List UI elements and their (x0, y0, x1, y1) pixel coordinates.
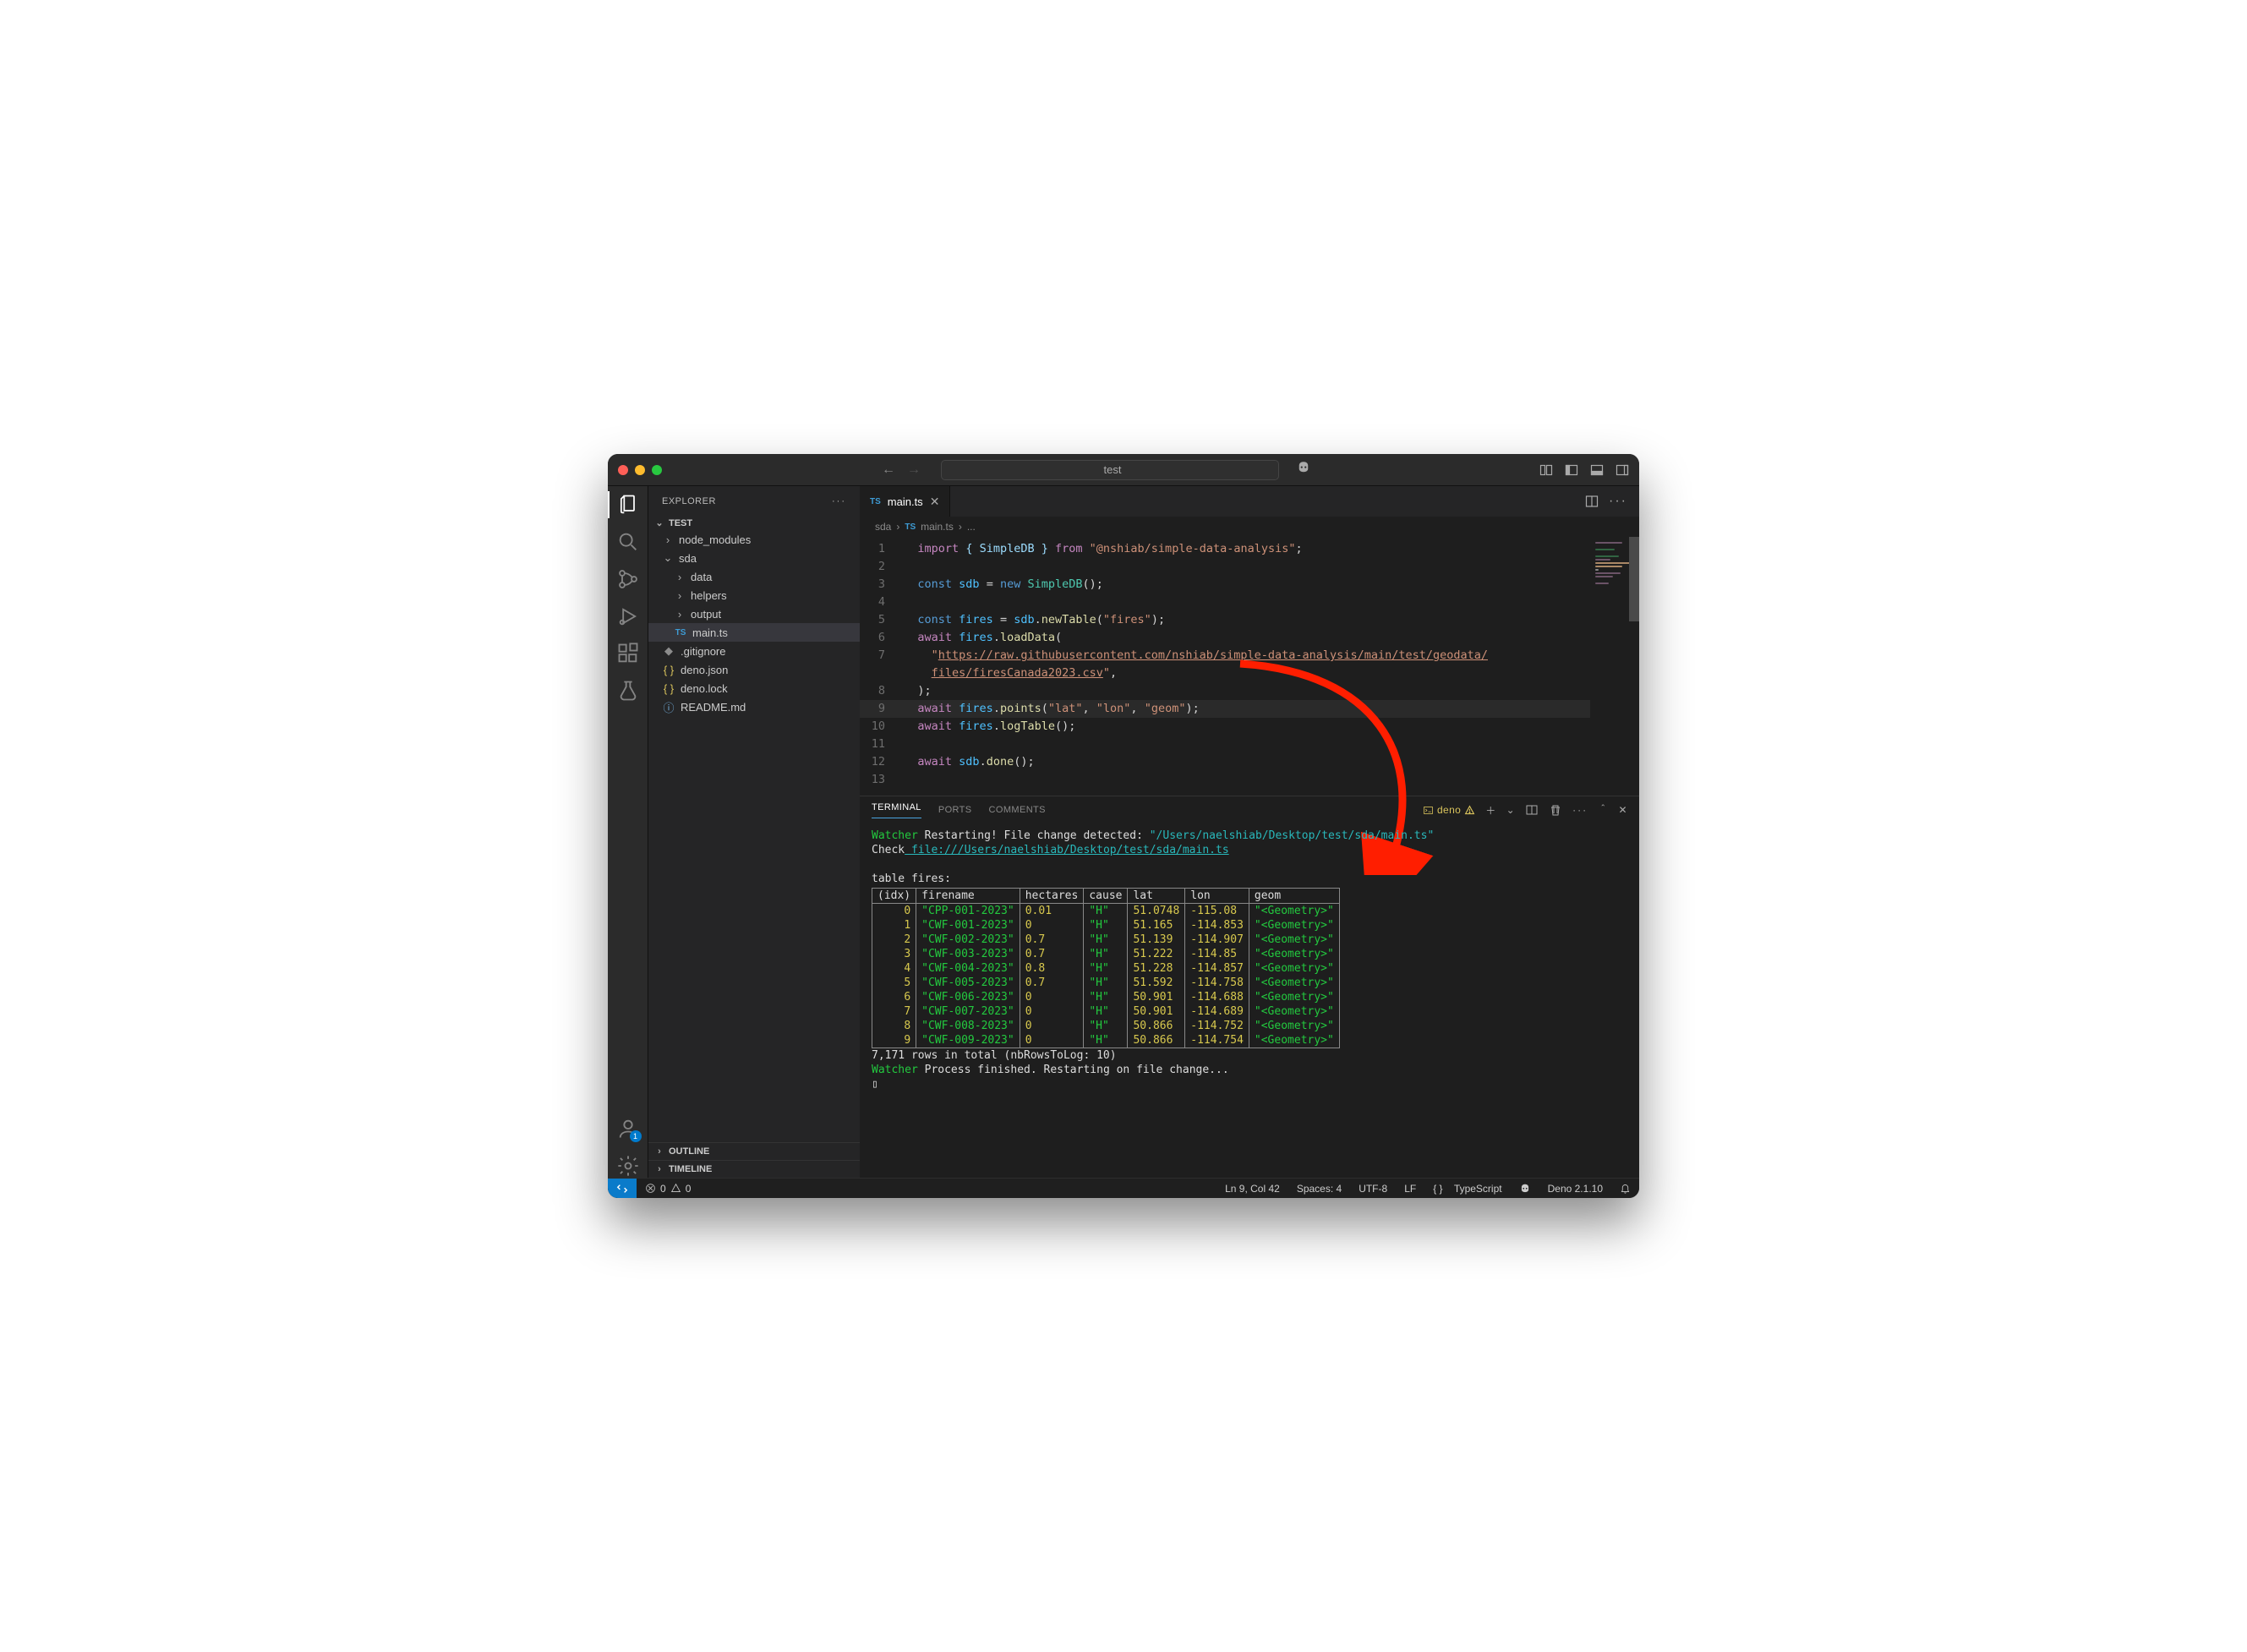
file-deno.lock[interactable]: { }deno.lock (648, 679, 860, 697)
editor-area: TS main.ts ✕ ··· sda› TS main.ts› ... 1 … (860, 486, 1639, 1178)
tab-bar: TS main.ts ✕ ··· (860, 486, 1639, 517)
maximize-panel-icon[interactable]: ＾ (1598, 803, 1608, 818)
chevron-icon: ⌄ (662, 551, 674, 565)
panel-tabs: TERMINAL PORTS COMMENTS deno ＋ ⌄ ··· (860, 796, 1639, 823)
tab-terminal[interactable]: TERMINAL (872, 802, 921, 818)
layout-panel-icon[interactable] (1590, 463, 1604, 477)
chevron-down-icon: ⌄ (653, 517, 665, 528)
timeline-section[interactable]: ›TIMELINE (648, 1160, 860, 1178)
json-file-icon: { } (662, 682, 675, 695)
search-activity-icon[interactable] (616, 530, 640, 554)
editor-more-icon[interactable]: ··· (1609, 494, 1627, 509)
folder-helpers[interactable]: ›helpers (648, 586, 860, 604)
sidebar-title: EXPLORER (662, 496, 716, 506)
breadcrumbs[interactable]: sda› TS main.ts› ... (860, 517, 1639, 537)
copilot-status-icon[interactable] (1511, 1183, 1539, 1195)
maximize-window[interactable] (652, 465, 662, 475)
status-bar: 0 0 Ln 9, Col 42 Spaces: 4 UTF-8 LF { } … (608, 1178, 1639, 1198)
file-.gitignore[interactable]: ◆.gitignore (648, 642, 860, 660)
gitignore-icon: ◆ (662, 644, 675, 658)
json-file-icon: { } (662, 664, 675, 676)
folder-sda[interactable]: ⌄sda (648, 549, 860, 567)
chevron-icon: › (674, 589, 686, 602)
ts-file-icon: TS (674, 628, 687, 637)
outline-section[interactable]: ›OUTLINE (648, 1142, 860, 1160)
panel-more-icon[interactable]: ··· (1572, 804, 1588, 816)
terminal-profile[interactable]: deno (1423, 804, 1475, 816)
vscode-window: ← → test (608, 454, 1639, 1198)
eol-status[interactable]: LF (1396, 1183, 1424, 1195)
minimize-window[interactable] (635, 465, 645, 475)
terminal-dropdown-icon[interactable]: ⌄ (1506, 804, 1515, 816)
indentation-status[interactable]: Spaces: 4 (1288, 1183, 1350, 1195)
folder-data[interactable]: ›data (648, 567, 860, 586)
deno-status[interactable]: Deno 2.1.10 (1539, 1183, 1611, 1195)
problems-status[interactable]: 0 0 (637, 1183, 699, 1195)
explorer-icon[interactable] (616, 493, 640, 517)
output-table: (idx)firenamehectarescauselatlongeom0"CP… (872, 888, 1340, 1048)
titlebar: ← → test (608, 454, 1639, 486)
source-control-icon[interactable] (616, 567, 640, 591)
close-panel-icon[interactable]: ✕ (1619, 804, 1627, 816)
account-badge: 1 (630, 1130, 642, 1142)
folder-root[interactable]: ⌄ TEST (648, 516, 860, 530)
command-center[interactable]: test (941, 460, 1279, 480)
accounts-icon[interactable]: 1 (616, 1117, 640, 1141)
tab-comments[interactable]: COMMENTS (989, 805, 1046, 815)
close-window[interactable] (618, 465, 628, 475)
info-file-icon: ⓘ (662, 699, 675, 715)
folder-output[interactable]: ›output (648, 604, 860, 623)
notifications-icon[interactable] (1611, 1183, 1639, 1195)
activity-bar: 1 (608, 486, 648, 1178)
layout-secondary-icon[interactable] (1616, 463, 1629, 477)
layout-primary-icon[interactable] (1539, 463, 1553, 477)
file-deno.json[interactable]: { }deno.json (648, 660, 860, 679)
editor-scrollbar[interactable] (1629, 537, 1639, 796)
search-text: test (1104, 463, 1122, 476)
chevron-icon: › (674, 608, 686, 621)
panel: TERMINAL PORTS COMMENTS deno ＋ ⌄ ··· (860, 796, 1639, 1178)
file-tree: ›node_modules⌄sda›data›helpers›outputTSm… (648, 530, 860, 723)
copilot-icon[interactable] (1296, 460, 1311, 479)
sidebar: EXPLORER ··· ⌄ TEST ›node_modules⌄sda›da… (648, 486, 860, 1178)
terminal-output[interactable]: Watcher Restarting! File change detected… (860, 823, 1639, 1178)
split-editor-icon[interactable] (1585, 495, 1599, 508)
new-terminal-icon[interactable]: ＋ (1485, 803, 1495, 818)
kill-terminal-icon[interactable] (1549, 803, 1562, 817)
testing-icon[interactable] (616, 679, 640, 703)
ts-file-icon: TS (905, 522, 916, 532)
code-editor[interactable]: 1 import { SimpleDB } from "@nshiab/simp… (860, 537, 1590, 796)
folder-node_modules[interactable]: ›node_modules (648, 530, 860, 549)
window-controls (618, 465, 662, 475)
minimap[interactable] (1590, 537, 1639, 796)
tab-ports[interactable]: PORTS (938, 805, 972, 815)
settings-gear-icon[interactable] (616, 1154, 640, 1178)
layout-sidebar-icon[interactable] (1565, 463, 1578, 477)
chevron-icon: › (674, 571, 686, 583)
ts-file-icon: TS (870, 497, 881, 506)
nav-forward-icon[interactable]: → (907, 462, 921, 478)
run-debug-icon[interactable] (616, 604, 640, 628)
chevron-icon: › (662, 533, 674, 546)
language-mode[interactable]: { } TypeScript (1424, 1183, 1510, 1195)
encoding-status[interactable]: UTF-8 (1350, 1183, 1396, 1195)
file-README.md[interactable]: ⓘREADME.md (648, 697, 860, 716)
tab-main-ts[interactable]: TS main.ts ✕ (860, 486, 950, 517)
file-main.ts[interactable]: TSmain.ts (648, 623, 860, 642)
extensions-icon[interactable] (616, 642, 640, 665)
close-tab-icon[interactable]: ✕ (930, 495, 940, 509)
nav-back-icon[interactable]: ← (882, 462, 895, 478)
remote-indicator[interactable] (608, 1179, 637, 1198)
split-terminal-icon[interactable] (1525, 803, 1539, 817)
cursor-position[interactable]: Ln 9, Col 42 (1216, 1183, 1288, 1195)
sidebar-more-icon[interactable]: ··· (832, 496, 846, 506)
